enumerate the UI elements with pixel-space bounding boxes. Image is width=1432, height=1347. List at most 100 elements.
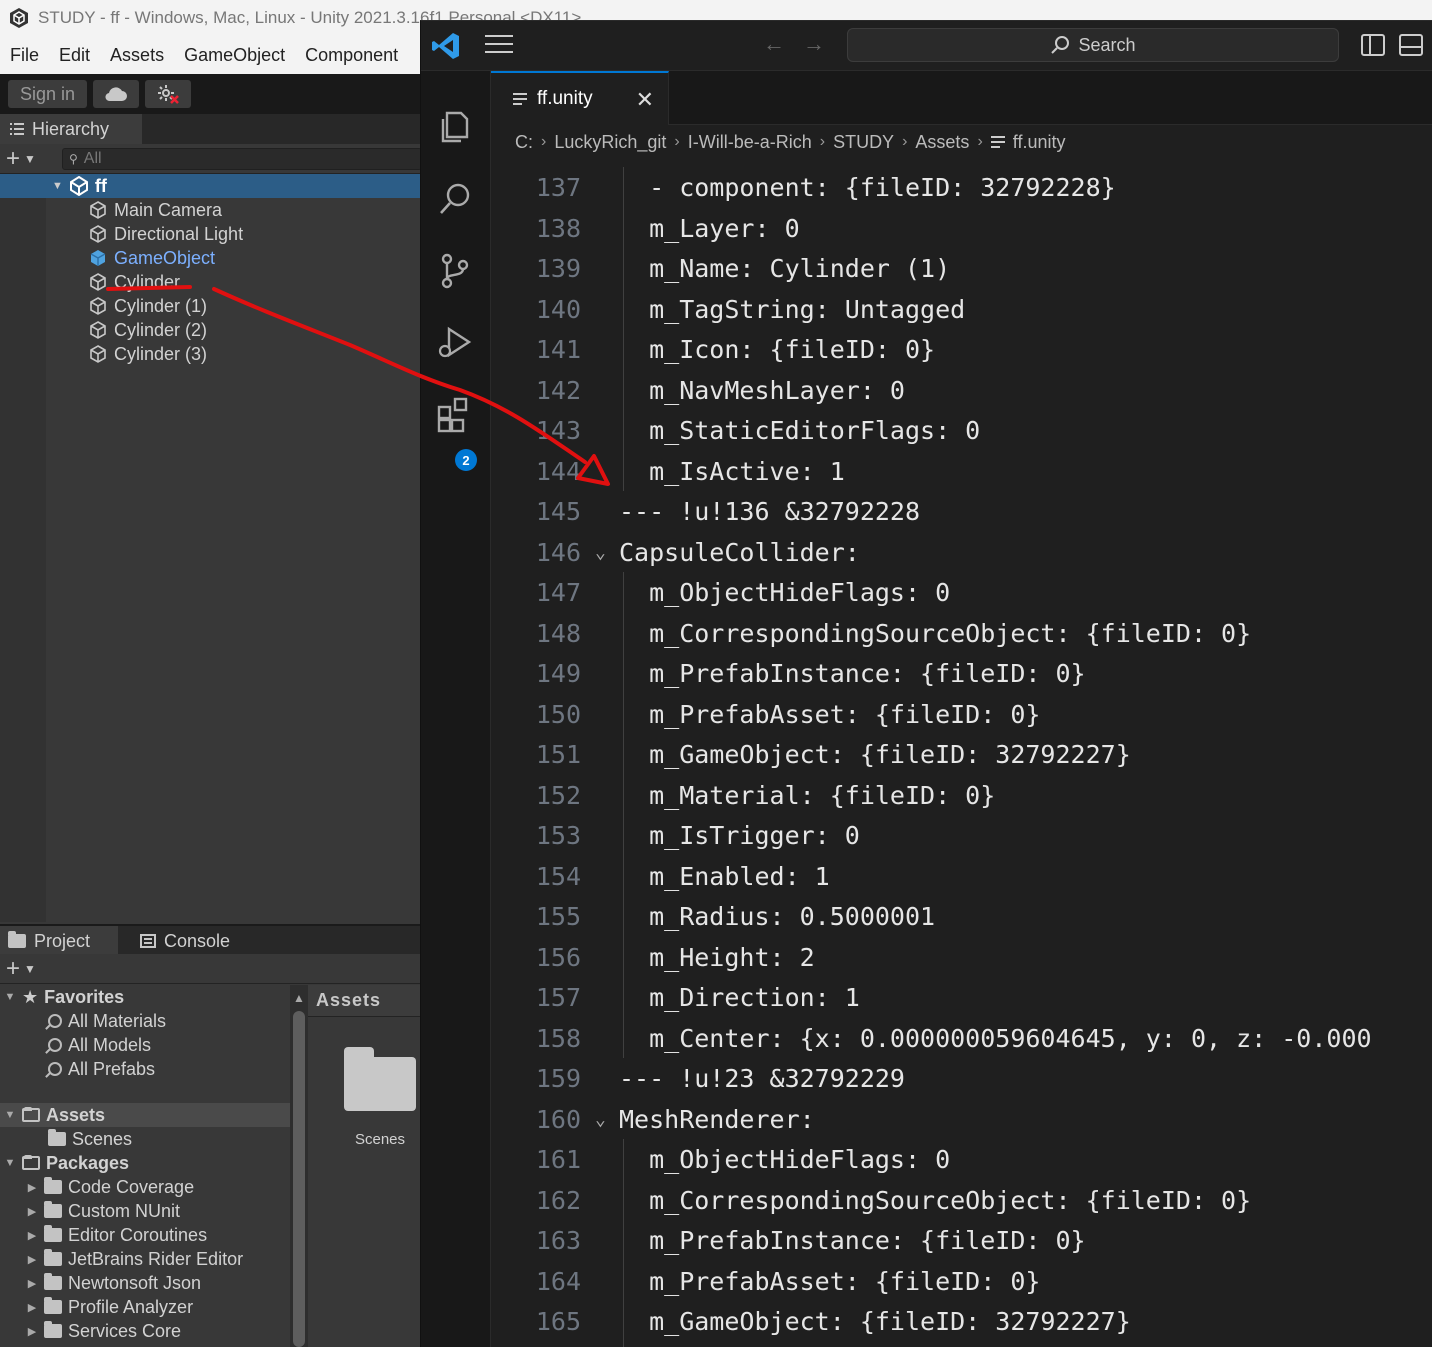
tab-project[interactable]: Project [0, 926, 118, 956]
breadcrumb-item[interactable]: LuckyRich_git [554, 132, 666, 153]
fold-chevron-icon[interactable]: ⌄ [595, 542, 606, 563]
cloud-button[interactable] [93, 80, 140, 108]
fold-chevron-icon[interactable]: ⌄ [595, 1109, 606, 1130]
close-icon[interactable]: ✕ [636, 87, 654, 113]
scroll-up-icon[interactable]: ▲ [293, 991, 305, 1005]
packages-folder[interactable]: ▼ Packages [0, 1151, 290, 1175]
tab-hierarchy[interactable]: Hierarchy [0, 114, 142, 144]
sign-in-button[interactable]: Sign in [8, 80, 88, 108]
code-line[interactable]: m_CorrespondingSourceObject: {fileID: 0} [619, 619, 1251, 648]
hierarchy-item-cylinder[interactable]: Cylinder [88, 270, 180, 294]
code-line[interactable]: m_Direction: 1 [619, 983, 860, 1012]
hierarchy-item-gameobject[interactable]: GameObject [88, 246, 215, 270]
create-asset-dropdown[interactable]: + ▼ [6, 955, 54, 983]
breadcrumb-item[interactable]: C: [515, 132, 533, 153]
package-item[interactable]: ▶ Code Coverage [0, 1175, 290, 1199]
code-line[interactable]: - component: {fileID: 32792228} [619, 173, 1116, 202]
code-line[interactable]: m_GameObject: {fileID: 32792227} [619, 740, 1131, 769]
code-line[interactable]: m_Enabled: 1 [619, 862, 830, 891]
tab-ff-unity[interactable]: ff.unity ✕ [491, 71, 669, 125]
code-line[interactable]: --- !u!136 &32792228 [619, 497, 920, 526]
source-control-icon[interactable] [435, 251, 475, 291]
toggle-panel-icon[interactable] [1399, 34, 1423, 56]
breadcrumb-item[interactable]: ff.unity [1013, 132, 1066, 153]
code-line[interactable]: m_Material: {fileID: 0} [619, 781, 995, 810]
hierarchy-item-directional-light[interactable]: Directional Light [88, 222, 243, 246]
run-debug-icon[interactable] [435, 323, 475, 363]
code-line[interactable]: m_Center: {x: 0.000000059604645, y: 0, z… [619, 1024, 1371, 1053]
code-line[interactable]: m_Icon: {fileID: 0} [619, 335, 935, 364]
code-line[interactable]: MeshRenderer: [619, 1105, 815, 1134]
menu-component[interactable]: Component [295, 45, 408, 66]
folder-icon[interactable] [344, 1047, 416, 1111]
code-line[interactable]: m_TagString: Untagged [619, 295, 965, 324]
breadcrumb-item[interactable]: Assets [915, 132, 969, 153]
code-line[interactable]: --- !u!23 &32792229 [619, 1064, 905, 1093]
code-line[interactable]: m_ObjectHideFlags: 0 [619, 1145, 950, 1174]
forward-arrow-icon[interactable]: → [803, 31, 825, 57]
project-folder-tree: ▼ ★ Favorites All Materials All Models A… [0, 985, 290, 1347]
menu-assets[interactable]: Assets [100, 45, 174, 66]
breadcrumb: C: › LuckyRich_git › I-Will-be-a-Rich › STU… [491, 125, 1432, 159]
code-line[interactable]: m_PrefabAsset: {fileID: 0} [619, 1267, 1040, 1296]
assets-folder[interactable]: ▼ Assets [0, 1103, 290, 1127]
line-number: 142 [535, 375, 581, 405]
code-line[interactable]: m_CorrespondingSourceObject: {fileID: 0} [619, 1186, 1251, 1215]
tab-console[interactable]: Console [132, 926, 230, 956]
code-line[interactable]: m_Layer: 0 [619, 214, 800, 243]
code-line[interactable]: m_PrefabAsset: {fileID: 0} [619, 700, 1040, 729]
hierarchy-item-cylinder-3[interactable]: Cylinder (3) [88, 342, 207, 366]
code-line[interactable]: m_PrefabInstance: {fileID: 0} [619, 1226, 1086, 1255]
hierarchy-item-label: Directional Light [114, 223, 244, 244]
collab-button[interactable] [145, 80, 192, 108]
package-item[interactable]: ▶ Newtonsoft Json [0, 1271, 290, 1295]
project-toolbar: + ▼ [0, 954, 420, 984]
code-line[interactable]: m_Name: Cylinder (1) [619, 254, 950, 283]
package-item[interactable]: ▶ Services Core [0, 1319, 290, 1343]
code-line[interactable]: m_PrefabInstance: {fileID: 0} [619, 659, 1086, 688]
menu-edit[interactable]: Edit [49, 45, 100, 66]
menu-gameobject[interactable]: GameObject [174, 45, 295, 66]
search-icon[interactable] [435, 179, 475, 219]
code-line[interactable]: m_NavMeshLayer: 0 [619, 376, 905, 405]
expand-arrow-icon: ▼ [4, 1157, 16, 1169]
code-editor[interactable]: 137 - component: {fileID: 32792228} 138 m… [491, 159, 1432, 1347]
scrollbar-thumb[interactable] [293, 1011, 305, 1347]
breadcrumb-item[interactable]: STUDY [833, 132, 894, 153]
code-line[interactable]: m_StaticEditorFlags: 0 [619, 416, 980, 445]
code-line[interactable]: m_IsActive: 1 [619, 457, 845, 486]
back-arrow-icon[interactable]: ← [763, 31, 785, 57]
hierarchy-item-main-camera[interactable]: Main Camera [88, 198, 222, 222]
toggle-sidebar-icon[interactable] [1361, 34, 1385, 56]
project-tree-scrollbar[interactable]: ▲ [290, 985, 308, 1347]
favorite-all-materials[interactable]: All Materials [0, 1009, 290, 1033]
code-line[interactable]: CapsuleCollider: [619, 538, 860, 567]
create-dropdown[interactable]: + ▼ [6, 145, 54, 173]
code-line[interactable]: m_ObjectHideFlags: 0 [619, 578, 950, 607]
breadcrumb-item[interactable]: I-Will-be-a-Rich [688, 132, 812, 153]
favorites-section[interactable]: ▼ ★ Favorites [0, 985, 290, 1009]
package-label: Newtonsoft Json [68, 1272, 202, 1293]
code-line[interactable]: m_Height: 2 [619, 943, 815, 972]
favorite-all-prefabs[interactable]: All Prefabs [0, 1057, 290, 1081]
code-line[interactable]: m_Radius: 0.5000001 [619, 902, 935, 931]
favorite-all-models[interactable]: All Models [0, 1033, 290, 1057]
code-line[interactable]: m_IsTrigger: 0 [619, 821, 860, 850]
hamburger-menu-icon[interactable] [485, 35, 513, 57]
text-file-icon [513, 93, 527, 105]
scene-row-ff[interactable]: ▼ ff [0, 174, 420, 198]
hierarchy-search-input[interactable]: ⚲ All [62, 148, 422, 170]
package-item[interactable]: ▶ Profile Analyzer [0, 1295, 290, 1319]
folder-scenes[interactable]: Scenes [0, 1127, 290, 1151]
hierarchy-item-cylinder-2[interactable]: Cylinder (2) [88, 318, 207, 342]
package-item[interactable]: ▶ Editor Coroutines [0, 1223, 290, 1247]
explorer-files-icon[interactable] [435, 107, 475, 147]
extensions-icon[interactable] [435, 395, 475, 435]
package-item[interactable]: ▶ Custom NUnit [0, 1199, 290, 1223]
hierarchy-item-cylinder-1[interactable]: Cylinder (1) [88, 294, 207, 318]
package-item[interactable]: ▶ JetBrains Rider Editor [0, 1247, 290, 1271]
code-line[interactable]: m_GameObject: {fileID: 32792227} [619, 1307, 1131, 1336]
assets-breadcrumb[interactable]: Assets [308, 985, 420, 1017]
menu-file[interactable]: File [0, 45, 49, 66]
command-center-search[interactable]: Search [847, 28, 1339, 62]
